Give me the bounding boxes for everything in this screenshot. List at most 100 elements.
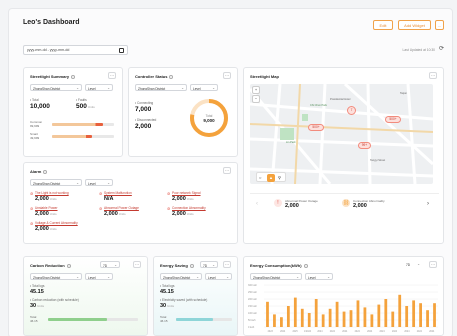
level-select[interactable]: Level ⌄ [190,84,218,91]
page-title: Leo's Dashboard [23,19,80,26]
energy-bar-chart: 300 kwh 250 kwh 200 kwh 150 kwh 100 kwh 50 kw… [248,284,438,333]
map-marker[interactable]: 500+ [308,124,324,131]
district-select[interactable]: ZhongShan District ⌄ [160,273,202,280]
x-tick-label: 2023 [268,331,274,333]
controller-status-card: Controller Status ··· ZhongShan District… [128,67,238,157]
bar-jun-5 [300,308,304,327]
carbon-reduction-card: Carbon Reduction 7D ⌄ ··· ZhongShan Distr… [23,256,148,336]
card-more-button[interactable]: ··· [223,261,231,268]
card-more-button[interactable]: ··· [108,72,116,79]
alarm-icon: ⊘ [30,221,34,226]
total-value: 45.15 [160,289,174,295]
chevron-down-icon: ⌄ [226,275,229,279]
smart-bar [52,135,114,138]
period-select[interactable]: 7D ⌄ [100,261,120,268]
chevron-down-icon: ⌄ [76,181,79,185]
alert-icon[interactable]: ▲ [267,174,275,182]
bar-oct-9 [328,308,332,327]
card-more-button[interactable]: ··· [429,72,437,79]
district-select[interactable]: ZhongShan District ⌄ [30,179,82,186]
card-title: Energy Saving [160,263,194,268]
common-bar-fill [52,123,103,126]
x-tick-label: 1/2024 [304,331,312,333]
bar-mar-2 [280,317,283,327]
smart-sub: 49,999 [30,136,40,140]
district-select[interactable]: ZhongShan District ⌄ [135,84,187,91]
legend-value: 2,000 [285,203,299,209]
bar-dec-23 [426,310,429,327]
map-marker[interactable]: 99+ [358,142,371,149]
unlink-icon[interactable]: ⚲ [278,175,281,180]
total-small-value: 46.15 [30,319,38,323]
bar-may-4 [293,297,297,327]
zoom-in-button[interactable]: + [252,86,260,94]
level-select[interactable]: Level ⌄ [85,84,113,91]
card-title: Carbon Reduction [30,263,71,268]
bar-sep-8 [321,314,325,327]
map-marker[interactable]: 7 [347,106,356,115]
x-tick-label: 2024 [380,331,386,333]
district-select[interactable]: ZhongShan District ⌄ [30,273,82,280]
x-tick-label: 2024 [317,331,323,333]
add-widget-button[interactable]: Add Widget [398,20,431,30]
level-select[interactable]: Level ⌄ [305,273,333,280]
map-view[interactable]: + − 500+ 500+ 99+ 7 Lin Park Presidentia… [250,84,433,184]
edit-button[interactable]: Edit [373,20,393,30]
total-small-value: 46.15 [160,319,168,323]
map-marker[interactable]: 500+ [385,116,401,123]
period-select[interactable]: 7D ⌄ [404,261,422,268]
map-place-label: Chi Chun Park [310,104,327,107]
zoom-out-button[interactable]: − [252,95,260,103]
warning-icon: ! [274,199,282,207]
faults-label: • Faults [76,98,87,102]
y-tick-label: 200 kwh [248,298,258,301]
bar-jan-0 [266,301,269,327]
energy-bar-fill [176,318,213,321]
alarm-icon: ⊘ [99,191,103,196]
bar-dec-11 [342,311,346,327]
y-tick-label: 0 kwh [248,326,255,329]
next-arrow-icon[interactable]: › [427,201,429,207]
alarm-value: 2,000Units [172,196,194,202]
alarm-icon: ⊘ [30,206,34,211]
level-select[interactable]: Level ⌄ [85,179,113,186]
prev-arrow-icon[interactable]: ‹ [256,201,258,207]
chevron-down-icon: ⌄ [107,181,110,185]
bar-feb-1 [273,314,276,327]
district-select[interactable]: ZhongShan District ⌄ [250,273,302,280]
legend-value: 2,000 [353,203,367,209]
common-sub: 99,999 [30,124,40,128]
card-more-button[interactable]: ··· [429,261,437,268]
level-select[interactable]: Level ⌄ [205,273,232,280]
map-place-label: Lin Park [286,141,296,144]
card-more-button[interactable]: ··· [223,167,231,174]
card-more-button[interactable]: ··· [133,261,141,268]
info-icon [169,74,174,79]
card-title: Energy Consumption(kWh) [250,263,308,268]
level-select[interactable]: Level ⌄ [85,273,113,280]
divider [250,193,439,194]
district-select[interactable]: ZhongShan District ⌄ [30,84,82,91]
map-tool-group: ○ ▲ ⚲ [256,172,286,182]
x-tick-label: 2024 [330,331,336,333]
bar-mar-14 [363,307,367,327]
x-tick-label: 2024 [392,331,398,333]
energy-saving-card: Energy Saving 7D ⌄ ··· ZhongShan District… [153,256,238,336]
alarm-icon: ⊘ [167,206,171,211]
header-more-button[interactable]: ... [435,20,444,30]
compare-value: 30Units [30,303,44,309]
map-place-label: Taipei [400,92,407,95]
info-icon [303,263,308,268]
bar-sep-20 [405,306,409,327]
period-select[interactable]: 7D ⌄ [200,261,218,268]
lightbulb-icon[interactable]: ○ [259,175,261,180]
total-value: 45.15 [30,289,44,295]
card-more-button[interactable]: ··· [223,72,231,79]
card-title: Alarm [30,169,48,174]
date-range-picker[interactable]: yyyy-mm-dd - yyyy-mm-dd [23,45,128,55]
chevron-down-icon: ⌄ [417,262,420,266]
info-icon [66,263,71,268]
unlink-icon: ⛓ [342,199,350,207]
bar-jul-18 [391,311,395,327]
refresh-icon[interactable]: ⟳ [439,46,445,52]
